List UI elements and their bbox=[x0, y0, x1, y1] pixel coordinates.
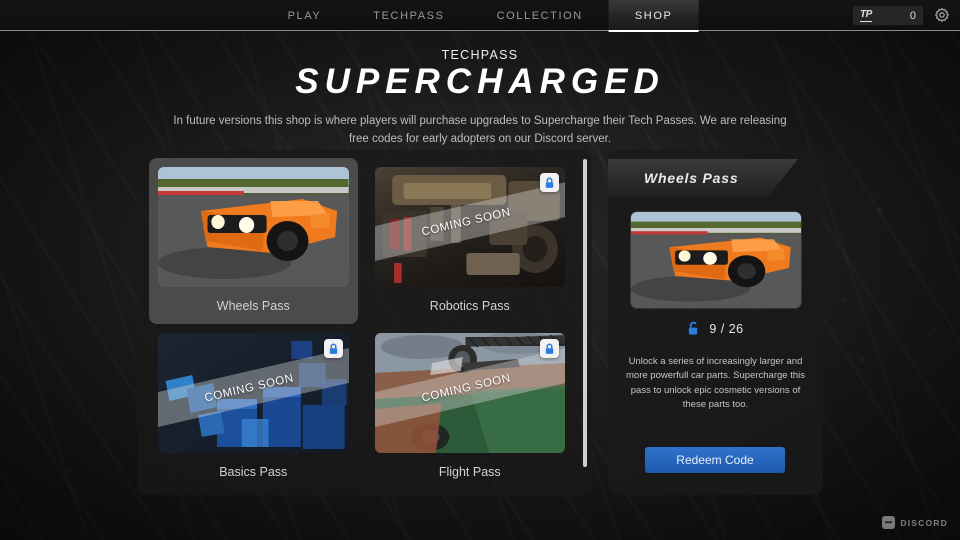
pass-thumbnail-wheels bbox=[158, 167, 349, 287]
lock-closed-icon-basics bbox=[323, 339, 343, 358]
pass-card-wheels[interactable]: Wheels Pass bbox=[149, 158, 358, 324]
techpoints-badge[interactable]: TP 0 bbox=[853, 6, 923, 25]
techpoints-amount: 0 bbox=[909, 9, 916, 22]
tab-shop[interactable]: SHOP bbox=[608, 0, 699, 32]
pass-card-robotics[interactable]: COMING SOON Robotics Pass bbox=[366, 158, 575, 324]
top-right-controls: TP 0 bbox=[853, 0, 952, 31]
pass-thumbnail-flight: COMING SOON bbox=[374, 333, 565, 453]
gear-icon[interactable] bbox=[932, 6, 952, 26]
detail-banner: Wheels Pass bbox=[608, 159, 823, 197]
discord-icon bbox=[882, 516, 896, 529]
pass-grid-scrollbar[interactable] bbox=[583, 159, 587, 467]
lock-closed-icon-robotics bbox=[540, 173, 559, 192]
tab-techpass-label: TECHPASS bbox=[373, 9, 445, 22]
pass-grid-panel: Wheels Pass COMING SOON Robotics Pass CO… bbox=[137, 150, 592, 495]
tab-play[interactable]: PLAY bbox=[262, 0, 348, 31]
discord-link[interactable]: DISCORD bbox=[882, 516, 948, 529]
pass-art-wheels-detail bbox=[158, 167, 349, 287]
tab-shop-label: SHOP bbox=[634, 9, 673, 22]
page-title-block: TECHPASS SUPERCHARGED In future versions… bbox=[0, 48, 960, 148]
nav-tab-list: PLAY TECHPASS COLLECTION SHOP bbox=[262, 0, 699, 32]
pass-grid: Wheels Pass COMING SOON Robotics Pass CO… bbox=[149, 158, 574, 490]
top-navigation-bar: PLAY TECHPASS COLLECTION SHOP TP 0 bbox=[0, 0, 960, 32]
app-root: PLAY TECHPASS COLLECTION SHOP TP 0 TECHP… bbox=[0, 0, 960, 540]
tab-collection[interactable]: COLLECTION bbox=[471, 0, 609, 31]
detail-description: Unlock a series of increasingly larger a… bbox=[626, 356, 805, 411]
pass-detail-panel: Wheels Pass 9 / 26 Unlock a series of in… bbox=[608, 150, 823, 495]
lock-open-icon bbox=[689, 321, 698, 335]
page-description: In future versions this shop is where pl… bbox=[173, 114, 787, 145]
detail-thumbnail bbox=[629, 211, 802, 309]
tp-logo-icon: TP bbox=[860, 8, 872, 22]
lock-closed-icon-flight bbox=[540, 339, 559, 358]
detail-art-wheels-detail bbox=[630, 212, 801, 308]
tab-play-label: PLAY bbox=[287, 9, 322, 22]
pass-card-basics[interactable]: COMING SOON Basics Pass bbox=[149, 324, 358, 490]
detail-title: Wheels Pass bbox=[644, 170, 739, 186]
pass-thumbnail-robotics: COMING SOON bbox=[374, 167, 565, 287]
pass-label-basics: Basics Pass bbox=[219, 465, 288, 479]
tab-collection-label: COLLECTION bbox=[496, 9, 583, 22]
pass-label-robotics: Robotics Pass bbox=[429, 299, 510, 313]
detail-progress-row: 9 / 26 bbox=[608, 321, 823, 336]
tab-techpass[interactable]: TECHPASS bbox=[347, 0, 470, 31]
pass-label-flight: Flight Pass bbox=[438, 465, 501, 479]
pass-thumbnail-basics: COMING SOON bbox=[158, 333, 349, 453]
page-title: SUPERCHARGED bbox=[295, 62, 665, 101]
pass-card-flight[interactable]: COMING SOON Flight Pass bbox=[366, 324, 575, 490]
pass-label-wheels: Wheels Pass bbox=[216, 299, 290, 313]
redeem-code-button[interactable]: Redeem Code bbox=[645, 447, 785, 473]
detail-progress-text: 9 / 26 bbox=[709, 321, 744, 336]
page-kicker: TECHPASS bbox=[441, 48, 519, 62]
pass-grid-scrollbar-thumb[interactable] bbox=[583, 159, 587, 467]
discord-label: DISCORD bbox=[900, 517, 948, 528]
